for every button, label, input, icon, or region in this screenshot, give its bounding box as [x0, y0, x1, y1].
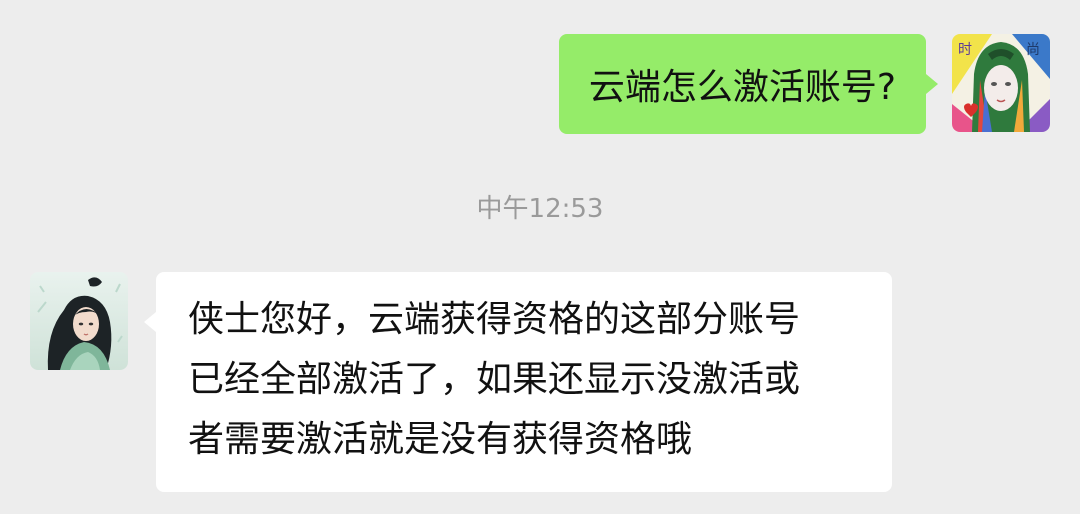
outgoing-message-bubble[interactable]: 云端怎么激活账号? [558, 34, 939, 134]
avatar-glyph-2: 尚 [1026, 42, 1040, 58]
incoming-message-line: 已经全部激活了，如果还显示没激活或 [188, 359, 801, 400]
message-timestamp: 中午12:53 [476, 194, 604, 224]
incoming-message-bubble[interactable]: 侠士您好，云端获得资格的这部分账号 已经全部激活了，如果还显示没激活或 者需要激… [144, 272, 892, 492]
outgoing-message-text: 云端怎么激活账号? [588, 67, 896, 108]
painted-portrait-avatar-icon: 时 尚 [952, 34, 1050, 132]
outgoing-message: 云端怎么激活账号? 时 尚 [558, 34, 1050, 134]
avatar-glyph-1: 时 [958, 42, 972, 58]
incoming-message-line: 侠士您好，云端获得资格的这部分账号 [188, 299, 801, 340]
incoming-message: 侠士您好，云端获得资格的这部分账号 已经全部激活了，如果还显示没激活或 者需要激… [30, 272, 892, 492]
self-avatar[interactable]: 时 尚 [952, 34, 1050, 132]
anime-character-avatar-icon [30, 272, 128, 370]
contact-avatar[interactable] [30, 272, 128, 370]
incoming-message-line: 者需要激活就是没有获得资格哦 [188, 419, 693, 460]
